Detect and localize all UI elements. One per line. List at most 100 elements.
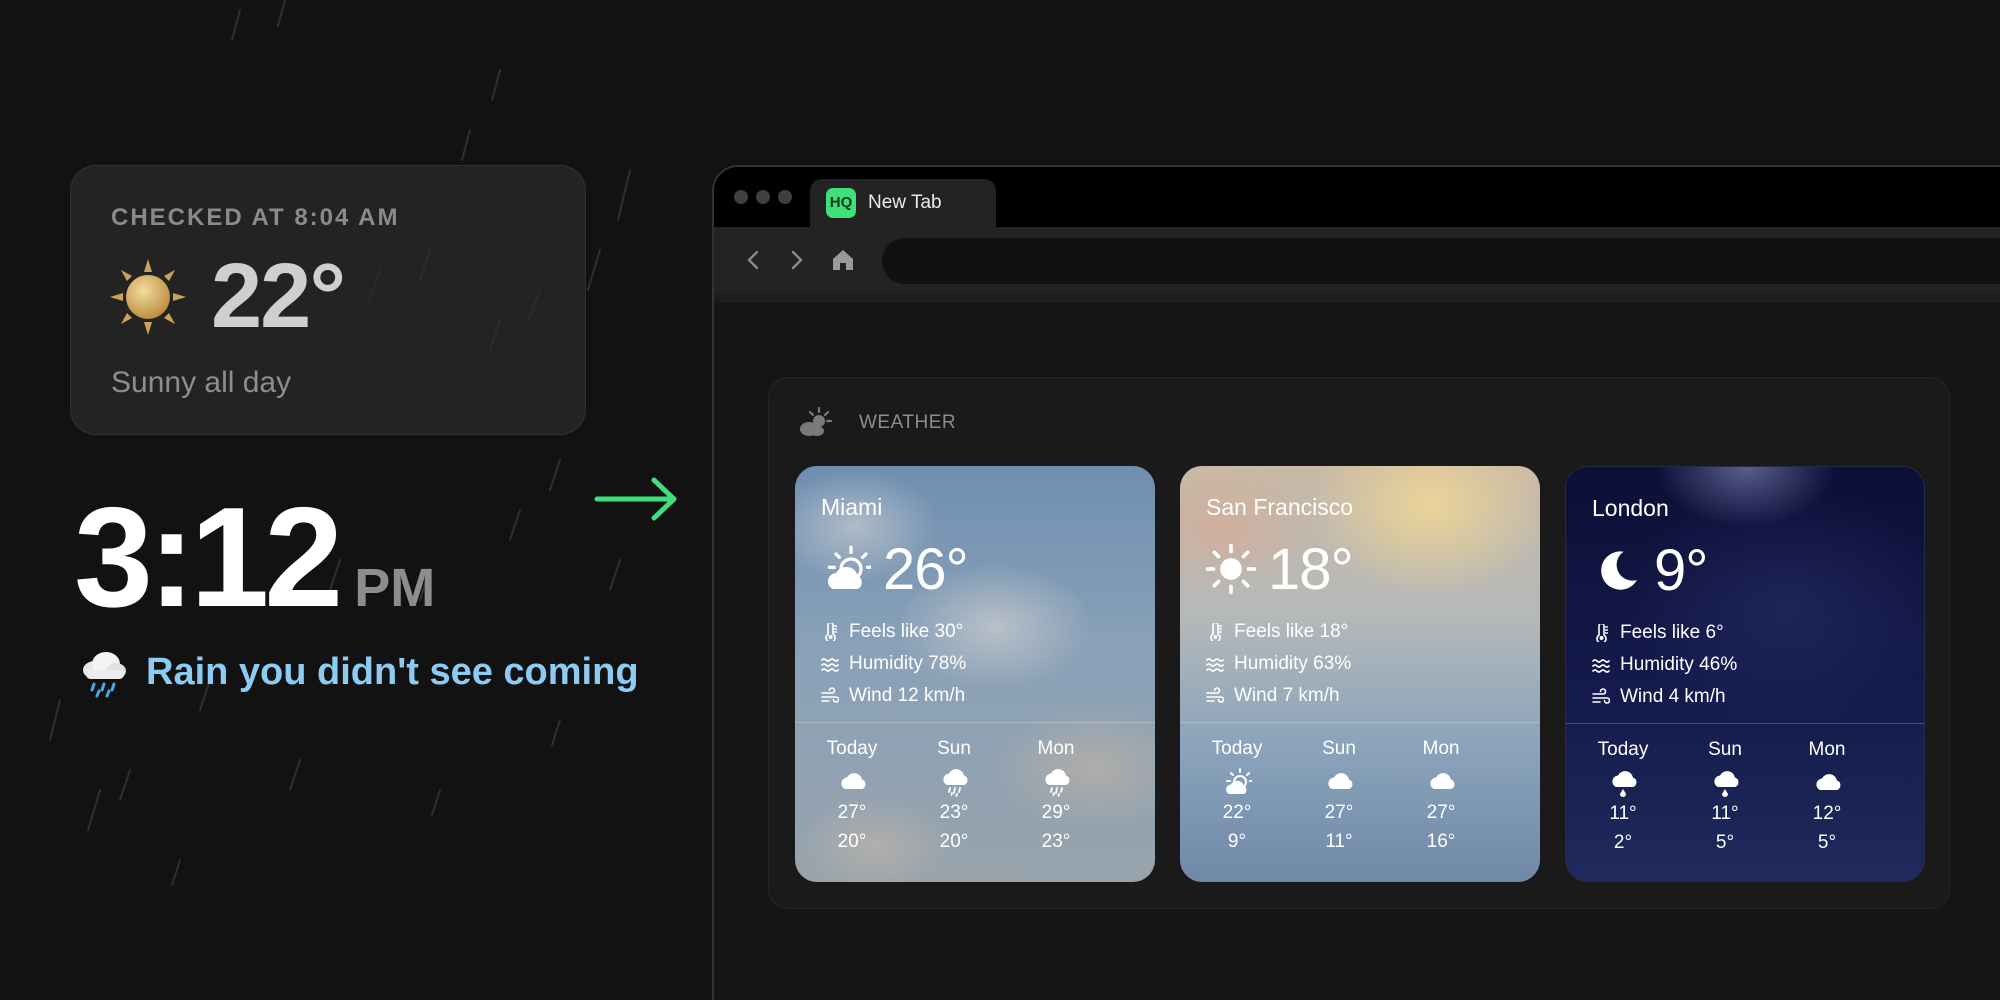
wind-stat: Wind 4 km/h [1592, 686, 1726, 708]
tab-new-tab[interactable]: HQ New Tab [810, 179, 996, 227]
forecast-low: 16° [1426, 831, 1456, 852]
cloud-icon [1816, 774, 1841, 790]
cloud-icon [1328, 773, 1353, 789]
partly-sunny-icon [1226, 768, 1252, 794]
forecast-low: 2° [1613, 832, 1633, 853]
forecast-day-label: Sun [937, 738, 971, 759]
forecast-divider [1566, 723, 1924, 724]
forecast-day-label: Today [1597, 739, 1649, 760]
wind-stat: Wind 12 km/h [821, 685, 965, 707]
humidity-stat: Humidity 46% [1592, 654, 1737, 676]
forecast-high: 22° [1222, 802, 1252, 823]
weather-widget-title: WEATHER [859, 412, 957, 433]
forward-button[interactable] [782, 245, 812, 275]
home-button[interactable] [828, 245, 858, 275]
forecast-day: Sun 23° 20° [909, 738, 999, 856]
rain-cloud-icon [943, 769, 968, 797]
checked-weather-card: CHECKED AT 8:04 AM 22° Sunny all day [70, 165, 586, 435]
forecast-day-label: Mon [1422, 738, 1460, 759]
forecast-high: 12° [1812, 803, 1842, 824]
humidity-text: Humidity 46% [1620, 654, 1738, 675]
forecast-day-label: Sun [1322, 738, 1356, 759]
forecast-day: Today 11° 2° [1578, 739, 1668, 857]
forecast-divider [1180, 722, 1540, 723]
forecast-day-label: Sun [1708, 739, 1742, 760]
feels-like-stat: Feels like 30° [821, 621, 963, 643]
forecast-day: Today 27° 20° [807, 738, 897, 856]
rain-alert-message: Rain you didn't see coming [146, 650, 639, 693]
drizzle-cloud-icon [1714, 771, 1739, 797]
forecast-day-label: Today [826, 738, 878, 759]
forecast-low: 5° [1715, 832, 1735, 853]
arrow-right-icon [594, 477, 677, 521]
sun-icon [110, 259, 186, 335]
cloud-icon [841, 773, 866, 789]
forecast-low: 20° [837, 831, 867, 852]
humidity-icon [1206, 658, 1224, 672]
forecast-day: Sun 27° 11° [1294, 738, 1384, 856]
partly-sunny-icon [827, 545, 871, 589]
checked-time-label: CHECKED AT 8:04 AM [111, 204, 400, 231]
browser-window: HQ New Tab WEATHER Miami 26° Feels like 30… [712, 165, 2000, 1000]
forecast-day: Mon 29° 23° [1011, 738, 1101, 856]
forecast-day-label: Mon [1808, 739, 1846, 760]
checked-condition: Sunny all day [111, 366, 292, 399]
current-temperature: 26° [883, 537, 969, 602]
thermometer-icon [1596, 624, 1608, 642]
forecast-high: 11° [1609, 803, 1637, 824]
tab-favicon: HQ [826, 188, 856, 218]
forecast-day: Mon 12° 5° [1782, 739, 1872, 857]
address-bar[interactable] [882, 238, 2000, 284]
humidity-icon [821, 658, 839, 672]
wind-icon [821, 687, 839, 703]
forecast-day-label: Today [1211, 738, 1263, 759]
city-name: San Francisco [1206, 494, 1354, 520]
weather-card-san-francisco[interactable]: San Francisco 18° Feels like 18° Humidity 6… [1180, 466, 1540, 882]
city-name: Miami [821, 494, 883, 520]
feels-like-stat: Feels like 6° [1592, 622, 1724, 644]
clock-ampm: PM [354, 558, 436, 618]
tab-bar: HQ New Tab [714, 167, 2000, 227]
browser-toolbar [714, 227, 2000, 293]
forecast-divider [795, 722, 1155, 723]
weather-widget-icon [800, 406, 833, 436]
humidity-text: Humidity 78% [849, 653, 967, 674]
sun-icon [1206, 544, 1256, 594]
forecast-high: 27° [837, 802, 867, 823]
forecast-high: 27° [1324, 802, 1354, 823]
weather-card-london[interactable]: London 9° Feels like 6° Humidity 46% Wind 4 … [1565, 466, 1925, 882]
window-zoom-dot[interactable] [778, 190, 792, 204]
tab-title: New Tab [868, 192, 942, 213]
weather-card-miami[interactable]: Miami 26° Feels like 30° Humidity 78% Wind 1… [795, 466, 1155, 882]
forecast-low: 20° [939, 831, 969, 852]
wind-text: Wind 12 km/h [849, 685, 966, 706]
feels-like-text: Feels like 30° [849, 621, 964, 642]
thermometer-icon [1210, 623, 1222, 641]
back-button[interactable] [738, 245, 768, 275]
forecast-low: 23° [1041, 831, 1071, 852]
weather-widget: WEATHER Miami 26° Feels like 30° Humidity 7… [768, 377, 1950, 909]
humidity-text: Humidity 63% [1234, 653, 1352, 674]
wind-text: Wind 4 km/h [1620, 686, 1726, 707]
wind-text: Wind 7 km/h [1234, 685, 1340, 706]
current-temperature: 9° [1654, 538, 1708, 603]
feels-like-stat: Feels like 18° [1206, 621, 1348, 643]
forecast-day-label: Mon [1037, 738, 1075, 759]
thermometer-icon [825, 623, 837, 641]
forecast-low: 9° [1227, 831, 1247, 852]
wind-icon [1206, 687, 1224, 703]
forecast-day: Sun 11° 5° [1680, 739, 1770, 857]
window-minimize-dot[interactable] [756, 190, 770, 204]
humidity-icon [1592, 659, 1610, 673]
forecast-day: Mon 27° 16° [1396, 738, 1486, 856]
rain-cloud-icon [83, 652, 126, 698]
city-name: London [1592, 495, 1669, 521]
window-close-dot[interactable] [734, 190, 748, 204]
forecast-day: Today 22° 9° [1192, 738, 1282, 856]
drizzle-cloud-icon [1612, 771, 1637, 797]
cloud-icon [1430, 773, 1455, 789]
humidity-stat: Humidity 78% [821, 653, 966, 675]
feels-like-text: Feels like 6° [1620, 622, 1724, 643]
moon-icon [1601, 551, 1637, 590]
rain-alert: Rain you didn't see coming [78, 646, 639, 698]
